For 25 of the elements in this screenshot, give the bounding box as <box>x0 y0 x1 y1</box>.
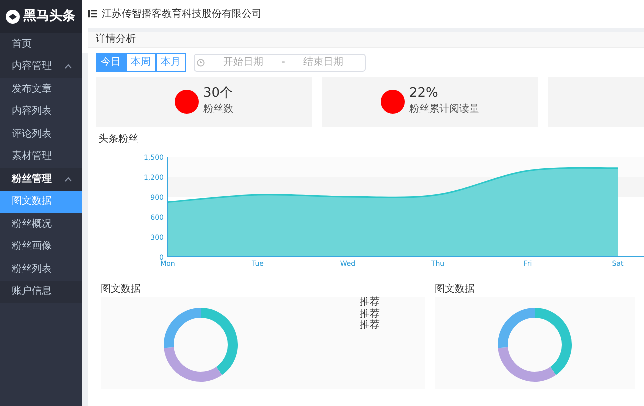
stat-label: 粉丝数 <box>204 102 234 117</box>
menu-item[interactable]: 粉丝管理 <box>0 168 82 190</box>
legend-label: 推荐 <box>360 297 380 308</box>
stat-value: 22% <box>410 87 440 102</box>
stat-label: 粉丝累计阅读量 <box>410 102 480 117</box>
panel-heading: 图文数据 <box>435 282 476 297</box>
panel-title: 详情分析 <box>96 32 136 47</box>
dot-icon <box>174 90 198 114</box>
legend-label: 推荐 <box>360 320 380 332</box>
dot-icon <box>380 90 404 114</box>
chart-title: 头条粉丝 <box>98 132 140 147</box>
menu-item[interactable]: 内容管理 <box>0 56 82 78</box>
panel-heading: 图文数据 <box>101 282 142 297</box>
stat-value: 30个 <box>204 87 234 102</box>
menu-item[interactable]: 账户信息 <box>0 280 82 303</box>
caret-icon <box>65 176 72 182</box>
header-title: 江苏传智播客教育科技股份有限公司 <box>102 8 262 22</box>
logo-icon <box>5 8 21 24</box>
menu-icon <box>88 10 97 18</box>
clock-icon <box>197 58 205 66</box>
legend-label: 推荐 <box>360 308 380 320</box>
menu-item[interactable]: 首页 <box>0 33 82 56</box>
logo-text: 黑马头条 <box>24 8 76 26</box>
caret-icon <box>65 64 72 70</box>
date-range-field[interactable]: 开始日期 - 结束日期 <box>194 54 366 72</box>
